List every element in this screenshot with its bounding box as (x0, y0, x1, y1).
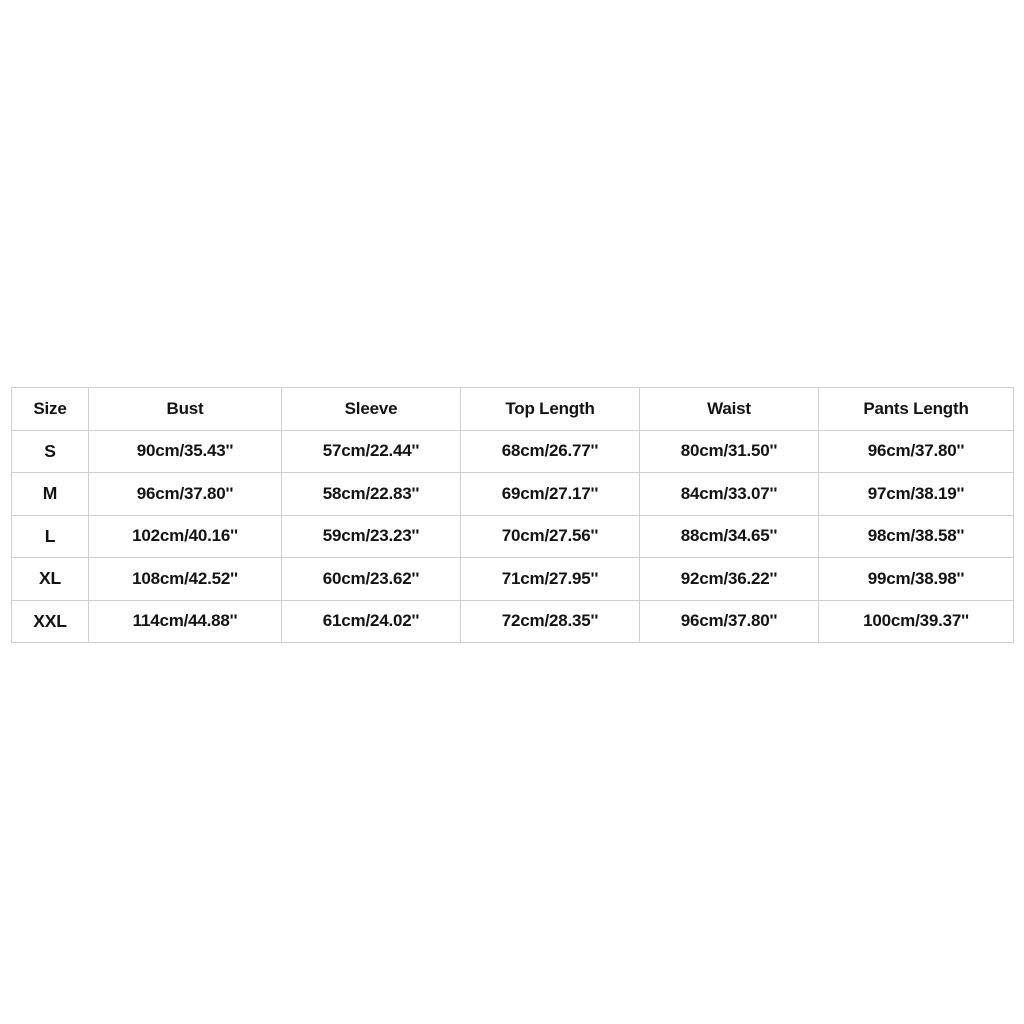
column-header-size: Size (11, 387, 89, 431)
cell-waist: 92cm/36.22'' (639, 557, 819, 601)
page-root: Size Bust Sleeve Top Length Waist Pants … (0, 0, 1024, 1024)
column-header-waist: Waist (639, 387, 819, 431)
cell-waist: 96cm/37.80'' (639, 599, 819, 643)
cell-size: XL (11, 557, 89, 601)
table-row: L 102cm/40.16'' 59cm/23.23'' 70cm/27.56'… (11, 514, 1014, 558)
cell-top-length: 69cm/27.17'' (460, 472, 640, 516)
cell-top-length: 68cm/26.77'' (460, 429, 640, 473)
cell-bust: 102cm/40.16'' (88, 514, 282, 558)
size-chart-container: Size Bust Sleeve Top Length Waist Pants … (11, 387, 1014, 643)
cell-pants-length: 100cm/39.37'' (818, 599, 1014, 643)
cell-waist: 88cm/34.65'' (639, 514, 819, 558)
cell-bust: 90cm/35.43'' (88, 429, 282, 473)
table-row: XL 108cm/42.52'' 60cm/23.62'' 71cm/27.95… (11, 557, 1014, 601)
table-row: S 90cm/35.43'' 57cm/22.44'' 68cm/26.77''… (11, 429, 1014, 473)
cell-bust: 96cm/37.80'' (88, 472, 282, 516)
cell-sleeve: 57cm/22.44'' (281, 429, 461, 473)
cell-pants-length: 97cm/38.19'' (818, 472, 1014, 516)
column-header-pants-length: Pants Length (818, 387, 1014, 431)
size-chart-table: Size Bust Sleeve Top Length Waist Pants … (11, 387, 1014, 643)
cell-top-length: 72cm/28.35'' (460, 599, 640, 643)
cell-waist: 84cm/33.07'' (639, 472, 819, 516)
cell-pants-length: 99cm/38.98'' (818, 557, 1014, 601)
cell-pants-length: 96cm/37.80'' (818, 429, 1014, 473)
cell-top-length: 70cm/27.56'' (460, 514, 640, 558)
cell-size: L (11, 514, 89, 558)
cell-sleeve: 61cm/24.02'' (281, 599, 461, 643)
size-chart-header: Size Bust Sleeve Top Length Waist Pants … (11, 387, 1014, 431)
size-chart-body: S 90cm/35.43'' 57cm/22.44'' 68cm/26.77''… (11, 429, 1014, 643)
cell-pants-length: 98cm/38.58'' (818, 514, 1014, 558)
cell-size: XXL (11, 599, 89, 643)
cell-size: M (11, 472, 89, 516)
table-row: M 96cm/37.80'' 58cm/22.83'' 69cm/27.17''… (11, 472, 1014, 516)
cell-bust: 108cm/42.52'' (88, 557, 282, 601)
table-row: XXL 114cm/44.88'' 61cm/24.02'' 72cm/28.3… (11, 599, 1014, 643)
column-header-bust: Bust (88, 387, 282, 431)
cell-waist: 80cm/31.50'' (639, 429, 819, 473)
cell-sleeve: 60cm/23.62'' (281, 557, 461, 601)
column-header-sleeve: Sleeve (281, 387, 461, 431)
cell-size: S (11, 429, 89, 473)
column-header-top-length: Top Length (460, 387, 640, 431)
table-header-row: Size Bust Sleeve Top Length Waist Pants … (11, 387, 1014, 431)
cell-top-length: 71cm/27.95'' (460, 557, 640, 601)
cell-sleeve: 59cm/23.23'' (281, 514, 461, 558)
cell-sleeve: 58cm/22.83'' (281, 472, 461, 516)
cell-bust: 114cm/44.88'' (88, 599, 282, 643)
